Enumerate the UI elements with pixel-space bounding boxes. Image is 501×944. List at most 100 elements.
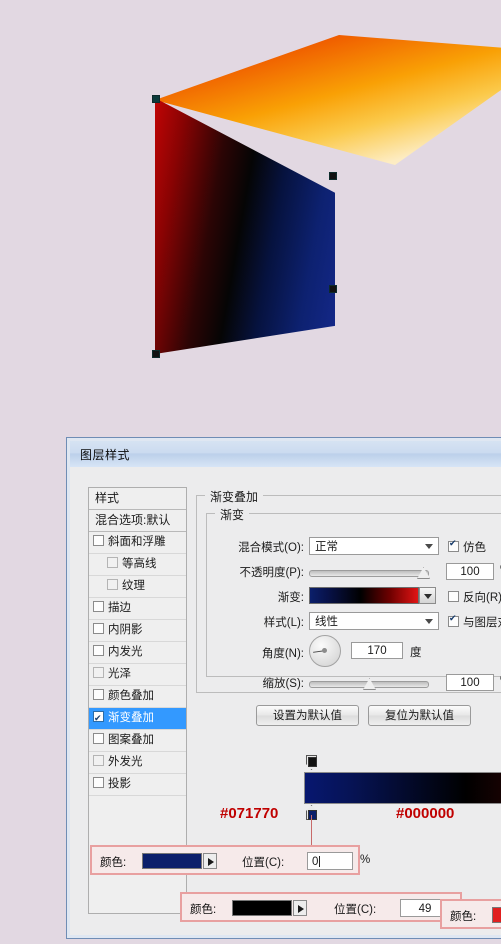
transform-handle-top-right[interactable] xyxy=(329,172,337,180)
set-default-button[interactable]: 设置为默认值 xyxy=(256,705,359,726)
checkbox-icon[interactable] xyxy=(93,689,104,700)
angle-label: 角度(N): xyxy=(261,648,304,660)
stop-chip xyxy=(308,810,317,820)
checkbox-icon[interactable] xyxy=(93,623,104,634)
checkbox-icon[interactable] xyxy=(93,733,104,744)
checkbox-icon[interactable] xyxy=(448,613,459,627)
checkbox-icon[interactable] xyxy=(93,708,104,729)
dither-label: 仿色 xyxy=(463,542,486,554)
reverse-label: 反向(R) xyxy=(463,592,501,604)
connector-stop-1 xyxy=(311,815,312,847)
sidebar-item-bevel-emboss[interactable]: 斜面和浮雕 xyxy=(89,532,186,554)
gradient-label: 渐变: xyxy=(277,592,304,604)
gradient-preview-swatch[interactable] xyxy=(309,587,419,604)
dialog-body: 样式 混合选项:默认 斜面和浮雕 等高线 纹理 描边 内阴影 内发光 光泽 颜色… xyxy=(70,467,501,935)
dither-checkbox-row[interactable]: 仿色 xyxy=(448,538,486,555)
color-swatch-2[interactable] xyxy=(232,900,292,916)
color-stop-callout-1[interactable]: 颜色: 位置(C): 0 % xyxy=(90,845,370,875)
sidebar-item-styles[interactable]: 样式 xyxy=(89,488,186,510)
angle-input[interactable]: 170 xyxy=(351,642,403,659)
group-title: 渐变叠加 xyxy=(205,488,264,505)
style-value: 线性 xyxy=(315,616,338,628)
chevron-down-icon xyxy=(424,594,432,599)
angle-dial[interactable] xyxy=(309,635,341,667)
opacity-value: 100 xyxy=(460,566,480,578)
sidebar-item-label: 等高线 xyxy=(122,558,157,570)
scale-value: 100 xyxy=(460,677,480,689)
sidebar-item-label: 内发光 xyxy=(108,646,143,658)
chevron-down-icon xyxy=(425,619,433,624)
sidebar-item-blending-options[interactable]: 混合选项:默认 xyxy=(89,510,186,532)
color-picker-arrow-1[interactable] xyxy=(203,853,217,869)
scale-input[interactable]: 100 xyxy=(446,674,494,691)
position-label-1: 位置(C): xyxy=(242,857,285,869)
color-picker-arrow-2[interactable] xyxy=(293,900,307,916)
sidebar-item-label: 样式 xyxy=(95,491,120,505)
color-label-2: 颜色: xyxy=(190,904,217,916)
position-value-2: 49 xyxy=(418,903,432,915)
blend-mode-value: 正常 xyxy=(315,541,338,553)
sidebar-item-label: 混合选项:默认 xyxy=(95,513,171,527)
transform-handle-bottom-right[interactable] xyxy=(329,285,337,293)
sidebar-item-texture[interactable]: 纹理 xyxy=(89,576,186,598)
color-swatch-1[interactable] xyxy=(142,853,202,869)
sidebar-item-drop-shadow[interactable]: 投影 xyxy=(89,774,186,796)
checkbox-icon[interactable] xyxy=(93,667,104,678)
blend-mode-label: 混合模式(O): xyxy=(238,542,304,554)
sidebar-item-inner-glow[interactable]: 内发光 xyxy=(89,642,186,664)
transform-handle-bottom-left[interactable] xyxy=(152,350,160,358)
sidebar-item-gradient-overlay[interactable]: 渐变叠加 xyxy=(89,708,186,730)
sidebar-item-label: 斜面和浮雕 xyxy=(108,536,166,548)
opacity-stop[interactable] xyxy=(306,755,317,770)
position-input-1[interactable]: 0 xyxy=(307,852,353,870)
dial-hub xyxy=(322,648,327,653)
opacity-input[interactable]: 100 xyxy=(446,563,494,580)
sidebar-item-label: 纹理 xyxy=(122,580,145,592)
checkbox-icon[interactable] xyxy=(93,535,104,546)
sidebar-item-label: 描边 xyxy=(108,602,131,614)
angle-value: 170 xyxy=(367,645,387,657)
photoshop-canvas xyxy=(0,0,501,430)
scale-slider[interactable] xyxy=(309,677,429,690)
checkbox-icon[interactable] xyxy=(448,591,459,602)
position-label-2: 位置(C): xyxy=(334,904,377,916)
sidebar-item-satin[interactable]: 光泽 xyxy=(89,664,186,686)
sidebar-item-pattern-overlay[interactable]: 图案叠加 xyxy=(89,730,186,752)
dialog-titlebar[interactable]: 图层样式 xyxy=(70,441,501,468)
color-stop-callout-3[interactable]: 颜色: xyxy=(440,899,501,929)
sidebar-item-inner-shadow[interactable]: 内阴影 xyxy=(89,620,186,642)
position-value-1: 0 xyxy=(312,856,319,868)
blend-mode-select[interactable]: 正常 xyxy=(309,537,439,555)
gradient-editor-bar[interactable] xyxy=(304,772,501,804)
transform-handle-top-left[interactable] xyxy=(152,95,160,103)
sidebar-item-stroke[interactable]: 描边 xyxy=(89,598,186,620)
reverse-checkbox-row[interactable]: 反向(R) xyxy=(448,589,501,605)
style-label: 样式(L): xyxy=(263,617,304,629)
dialog-title: 图层样式 xyxy=(80,448,131,462)
color-label-1: 颜色: xyxy=(100,857,127,869)
reset-default-button[interactable]: 复位为默认值 xyxy=(368,705,471,726)
opacity-slider[interactable] xyxy=(309,566,430,579)
checkbox-icon[interactable] xyxy=(93,645,104,656)
color-stop-callout-2[interactable]: 颜色: 位置(C): 49 % xyxy=(180,892,468,922)
sidebar-item-label: 颜色叠加 xyxy=(108,690,154,702)
checkbox-icon[interactable] xyxy=(93,755,104,766)
scale-label: 缩放(S): xyxy=(262,678,304,690)
style-select[interactable]: 线性 xyxy=(309,612,439,630)
checkbox-icon[interactable] xyxy=(93,777,104,788)
color-swatch-3[interactable] xyxy=(492,907,501,923)
align-checkbox-row[interactable]: 与图层对齐 xyxy=(448,613,501,630)
opacity-label: 不透明度(P): xyxy=(239,567,304,579)
gradient-picker-dropdown[interactable] xyxy=(419,587,436,604)
sidebar-item-label: 图案叠加 xyxy=(108,734,154,746)
sidebar-item-outer-glow[interactable]: 外发光 xyxy=(89,752,186,774)
checkbox-icon[interactable] xyxy=(448,538,459,552)
position-unit-1: % xyxy=(360,854,371,866)
checkbox-icon[interactable] xyxy=(107,557,118,568)
sidebar-item-color-overlay[interactable]: 颜色叠加 xyxy=(89,686,186,708)
checkbox-icon[interactable] xyxy=(107,579,118,590)
checkbox-icon[interactable] xyxy=(93,601,104,612)
sidebar-item-contour[interactable]: 等高线 xyxy=(89,554,186,576)
layer-style-dialog: 图层样式 样式 混合选项:默认 斜面和浮雕 等高线 纹理 描边 内阴影 内发光 … xyxy=(66,437,501,939)
sidebar-item-label: 投影 xyxy=(108,778,131,790)
